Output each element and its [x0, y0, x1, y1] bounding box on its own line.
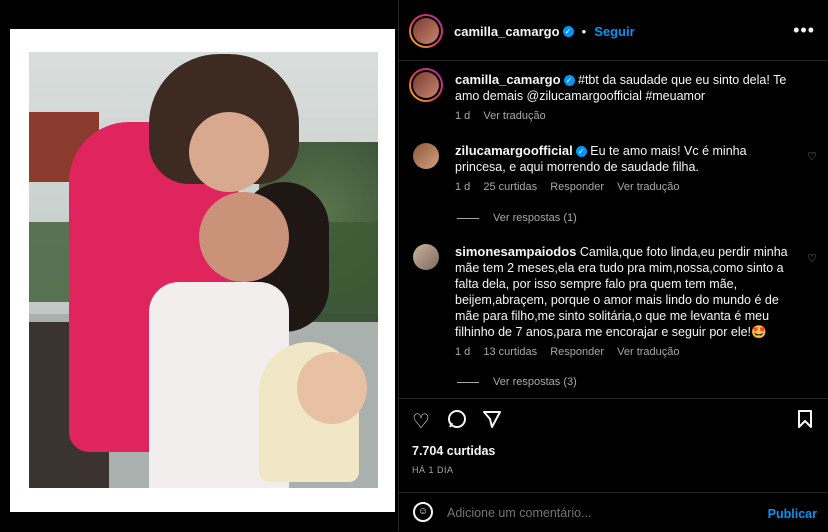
post-date[interactable]: HÁ 1 DIA [412, 465, 454, 475]
comment-text: Camila,que foto linda,eu perdir minha mã… [455, 245, 788, 339]
avatar[interactable] [413, 143, 439, 169]
post-actions-bar: ♡ [399, 398, 828, 439]
comment-1: zilucamargoofficial ✓ Eu te amo mais! Vc … [455, 143, 795, 175]
translate-link[interactable]: Ver tradução [617, 181, 679, 193]
more-options-icon[interactable]: ••• [793, 20, 815, 41]
follow-button[interactable]: Seguir [594, 24, 634, 39]
verified-icon: ✓ [575, 146, 587, 158]
likes-count[interactable]: 7.704 curtidas [412, 444, 495, 458]
caption-translate-link[interactable]: Ver tradução [483, 110, 545, 122]
comment-likes[interactable]: 13 curtidas [483, 346, 537, 358]
comment-username[interactable]: zilucamargoofficial [455, 143, 573, 158]
add-comment-bar: ☺ Publicar [399, 492, 828, 532]
reply-button[interactable]: Responder [550, 181, 604, 193]
author-avatar-ring[interactable] [409, 14, 443, 48]
post-side-panel: camilla_camargo ✓ • Seguir ••• camilla_ca… [398, 0, 828, 531]
translate-link[interactable]: Ver tradução [617, 346, 679, 358]
caption-avatar-ring[interactable] [409, 68, 443, 102]
view-replies-link[interactable]: Ver respostas (1) [457, 212, 577, 224]
emoji-icon[interactable]: ☺ [413, 502, 433, 522]
avatar[interactable] [413, 244, 439, 270]
comment-time: 1 d [455, 181, 471, 193]
caption-meta: 1 d Ver tradução [455, 110, 556, 122]
caption-username[interactable]: camilla_camargo [455, 72, 561, 87]
post-photo[interactable] [29, 52, 378, 488]
comment-input[interactable] [445, 505, 739, 521]
verified-icon: ✓ [562, 26, 574, 38]
publish-button[interactable]: Publicar [768, 507, 817, 521]
comment-bubble-icon[interactable] [447, 409, 467, 435]
comment-like-icon[interactable]: ♡ [807, 150, 817, 163]
separator-dot: • [577, 24, 590, 39]
author-username[interactable]: camilla_camargo [454, 24, 560, 39]
caption-time: 1 d [455, 110, 471, 122]
share-send-icon[interactable] [482, 409, 502, 435]
comment-meta: 1 d 13 curtidas Responder Ver tradução [455, 346, 690, 358]
post-caption: camilla_camargo ✓ #tbt da saudade que eu … [455, 72, 810, 104]
save-bookmark-icon[interactable] [797, 409, 813, 435]
comment-username[interactable]: simonesampaiodos [455, 244, 576, 259]
view-replies-link[interactable]: Ver respostas (3) [457, 376, 577, 388]
avatar [413, 18, 439, 44]
reply-button[interactable]: Responder [550, 346, 604, 358]
like-heart-icon[interactable]: ♡ [412, 409, 430, 434]
post-header: camilla_camargo ✓ • Seguir ••• [399, 0, 828, 61]
comment-likes[interactable]: 25 curtidas [483, 181, 537, 193]
post-media[interactable] [0, 0, 397, 531]
avatar [413, 72, 439, 98]
comment-2: simonesampaiodos Camila,que foto linda,e… [455, 244, 800, 340]
comment-like-icon[interactable]: ♡ [807, 252, 817, 265]
comment-meta: 1 d 25 curtidas Responder Ver tradução [455, 181, 690, 193]
comment-time: 1 d [455, 346, 471, 358]
verified-icon: ✓ [563, 75, 575, 87]
